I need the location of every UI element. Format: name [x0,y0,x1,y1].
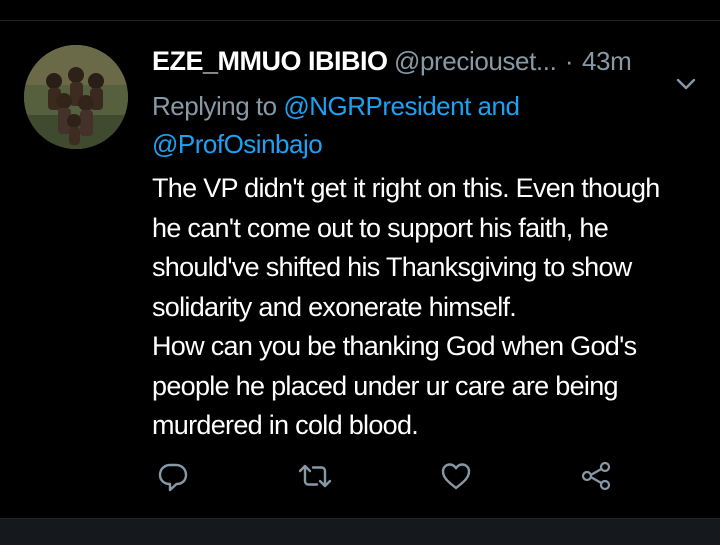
tweet-text-line: solidarity and exonerate himself. [152,291,517,322]
display-name[interactable]: EZE_MMUO IBIBIO [152,46,388,76]
tweet-text-line: The VP didn't get it right on this. Even… [152,173,660,203]
avatar-image [24,45,128,149]
share-button[interactable] [574,454,618,498]
avatar[interactable] [24,45,128,149]
reply-button[interactable] [151,454,195,498]
bottom-divider [0,518,720,545]
user-handle[interactable]: @preciouset... [394,46,557,76]
tweet-header: EZE_MMUO IBIBIO @preciouset... · 43m [152,46,692,82]
replying-to: Replying to @NGRPresident and @ProfOsinb… [152,87,692,163]
reply-icon [158,463,188,492]
tweet-actions [0,454,720,504]
tweet-text-line: murdered in cold blood. [152,410,419,440]
replying-prefix: Replying to [152,91,284,121]
tweet-text-line: he can't come out to support his faith, … [152,212,609,243]
like-button[interactable] [434,454,478,498]
retweet-button[interactable] [293,454,337,498]
share-icon [581,461,611,491]
tweet-text: The VP didn't get it right on this. Even… [152,169,692,446]
mention-link[interactable]: @NGRPresident [283,91,471,121]
timestamp[interactable]: 43m [582,46,632,76]
top-divider [0,0,720,21]
mention-link[interactable]: @ProfOsinbajo [152,129,323,159]
separator-dot: · [564,46,574,76]
replying-and[interactable]: and [471,91,520,121]
retweet-icon [298,464,332,488]
heart-icon [441,463,471,490]
tweet-text-line: people he placed under ur care are being [152,370,619,401]
tweet-text-line: should've shifted his Thanksgiving to sh… [152,252,632,282]
tweet-card[interactable]: EZE_MMUO IBIBIO @preciouset... · 43m Rep… [0,21,720,518]
tweet-text-line: How can you be thanking God when God's [152,331,637,361]
